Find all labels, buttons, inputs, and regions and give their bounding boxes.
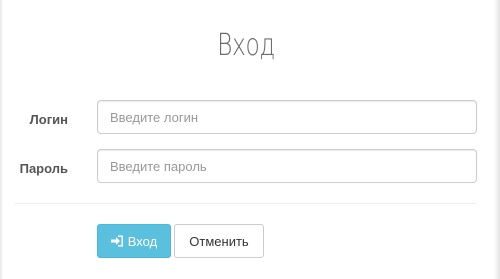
sign-in-icon [110,235,124,247]
password-label: Пароль [19,161,68,176]
form-divider [15,203,477,204]
password-input[interactable] [97,149,477,183]
login-submit-button[interactable]: Вход [97,224,171,258]
login-label: Логин [29,112,68,127]
cancel-button-label: Отменить [189,233,249,249]
login-submit-label: Вход [127,233,158,249]
login-panel: Вход Логин Пароль Вход Отменить [0,0,500,279]
page-title: Вход [217,28,275,63]
cancel-button[interactable]: Отменить [174,224,264,258]
login-input[interactable] [97,100,477,134]
